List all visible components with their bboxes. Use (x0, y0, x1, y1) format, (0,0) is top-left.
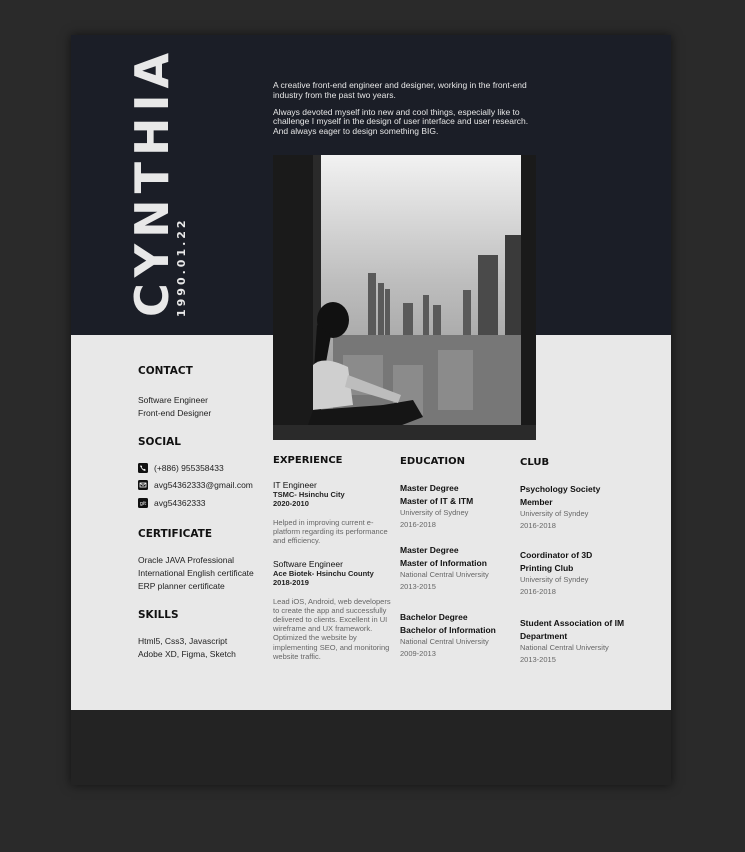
contact-line: Software Engineer (138, 395, 208, 405)
education-item: Master Degree Master of Information Nati… (400, 544, 515, 592)
phone-icon (138, 462, 148, 473)
social-list: (+886) 955358433 avg54362333@gmail.com g… (138, 459, 268, 512)
education-section: EDUCATION Master Degree Master of IT & I… (400, 456, 515, 659)
club-section: CLUB Psychology Society Member Universit… (520, 457, 645, 665)
experience-item: IT Engineer TSMC- Hsinchu City 2020-2010… (273, 481, 391, 546)
svg-text:git: git (140, 501, 147, 507)
intro-paragraph: A creative front-end engineer and design… (273, 80, 527, 100)
club-name: Student Association of IM (520, 618, 625, 628)
section-title: SOCIAL (138, 436, 181, 448)
email-text: avg54362333@gmail.com (154, 480, 253, 491)
job-company: Ace Biotek- Hsinchu County (273, 568, 374, 578)
club-name: Psychology Society (520, 484, 601, 494)
certificate-item: International English certificate (138, 567, 254, 578)
phone-text: (+886) 955358433 (154, 462, 224, 473)
mail-icon (138, 480, 148, 491)
contact-section: CONTACT Software Engineer Front-end Desi… (138, 365, 268, 420)
degree-field: Master of IT & ITM (400, 495, 474, 506)
contact-lines: Software Engineer Front-end Designer (138, 394, 268, 420)
period: 2009-2013 (400, 648, 436, 658)
club-item: Student Association of IM Department Nat… (520, 617, 645, 665)
experience-item: Software Engineer Ace Biotek- Hsinchu Co… (273, 558, 391, 661)
intro-text: A creative front-end engineer and design… (273, 80, 541, 144)
section-title: CLUB (520, 457, 550, 468)
club-item: Coordinator of 3D Printing Club Universi… (520, 549, 645, 597)
certificate-list: Oracle JAVA Professional International E… (138, 554, 268, 593)
name-heading: CYNTHIA (125, 46, 179, 317)
experience-section: EXPERIENCE IT Engineer TSMC- Hsinchu Cit… (273, 455, 391, 661)
degree: Master Degree (400, 545, 459, 555)
school: University of Sydney (400, 508, 469, 517)
social-phone[interactable]: (+886) 955358433 (138, 459, 268, 477)
school: National Central University (520, 643, 609, 652)
skill-item: Html5, Css3, Javascript (138, 635, 228, 646)
club-name: Coordinator of 3D (520, 550, 593, 560)
job-description: Lead iOS, Android, web developers to cre… (273, 596, 391, 661)
sidebar: CONTACT Software Engineer Front-end Desi… (138, 365, 268, 661)
school: University of Syndey (520, 509, 589, 518)
skills-section: SKILLS Html5, Css3, Javascript Adobe XD,… (138, 609, 268, 661)
degree-field: Bachelor of Information (400, 624, 496, 635)
period: 2013-2015 (520, 654, 556, 664)
skills-list: Html5, Css3, Javascript Adobe XD, Figma,… (138, 635, 268, 661)
period: 2016-2018 (520, 520, 556, 530)
club-role: Printing Club (520, 562, 574, 573)
degree-field: Master of Information (400, 557, 487, 568)
social-email[interactable]: avg54362333@gmail.com (138, 477, 268, 495)
profile-photo (273, 155, 536, 440)
skill-item: Adobe XD, Figma, Sketch (138, 648, 236, 659)
club-role: Department (520, 630, 568, 641)
education-item: Bachelor Degree Bachelor of Information … (400, 611, 515, 659)
school: National Central University (400, 637, 489, 646)
social-section: SOCIAL (+886) 955358433 avg54362333@gmai… (138, 436, 268, 512)
period: 2013-2015 (400, 581, 436, 591)
job-role: Software Engineer (273, 558, 343, 569)
section-title: EXPERIENCE (273, 455, 343, 466)
section-title: EDUCATION (400, 456, 465, 467)
education-item: Master Degree Master of IT & ITM Univers… (400, 482, 515, 530)
certificate-item: Oracle JAVA Professional (138, 554, 235, 565)
social-git[interactable]: git avg54362333 (138, 494, 268, 512)
job-role: IT Engineer (273, 480, 317, 490)
job-period: 2020-2010 (273, 499, 309, 508)
job-description: Helped in improving current e-platform r… (273, 518, 388, 546)
certificate-item: ERP planner certificate (138, 580, 225, 591)
school: University of Syndey (520, 575, 589, 584)
job-period: 2018-2019 (273, 577, 309, 587)
section-title: CONTACT (138, 365, 193, 377)
school: National Central University (400, 570, 489, 579)
intro-paragraph: Always devoted myself into new and cool … (273, 106, 529, 137)
birthdate: 1990.01.22 (175, 217, 188, 317)
degree: Master Degree (400, 483, 459, 493)
section-title: CERTIFICATE (138, 527, 212, 540)
resume-page: CYNTHIA 1990.01.22 A creative front-end … (71, 35, 671, 785)
certificate-section: CERTIFICATE Oracle JAVA Professional Int… (138, 528, 268, 593)
section-title: SKILLS (138, 608, 179, 621)
period: 2016-2018 (520, 586, 556, 596)
club-item: Psychology Society Member University of … (520, 483, 645, 531)
gitlab-icon: git (138, 497, 148, 508)
job-company: TSMC- Hsinchu City (273, 490, 345, 499)
degree: Bachelor Degree (400, 612, 468, 622)
city-window-photo (273, 155, 536, 440)
contact-line: Front-end Designer (138, 408, 212, 418)
club-role: Member (520, 496, 553, 507)
footer-band (71, 710, 671, 785)
period: 2016-2018 (400, 519, 436, 529)
git-text: avg54362333 (154, 497, 206, 508)
